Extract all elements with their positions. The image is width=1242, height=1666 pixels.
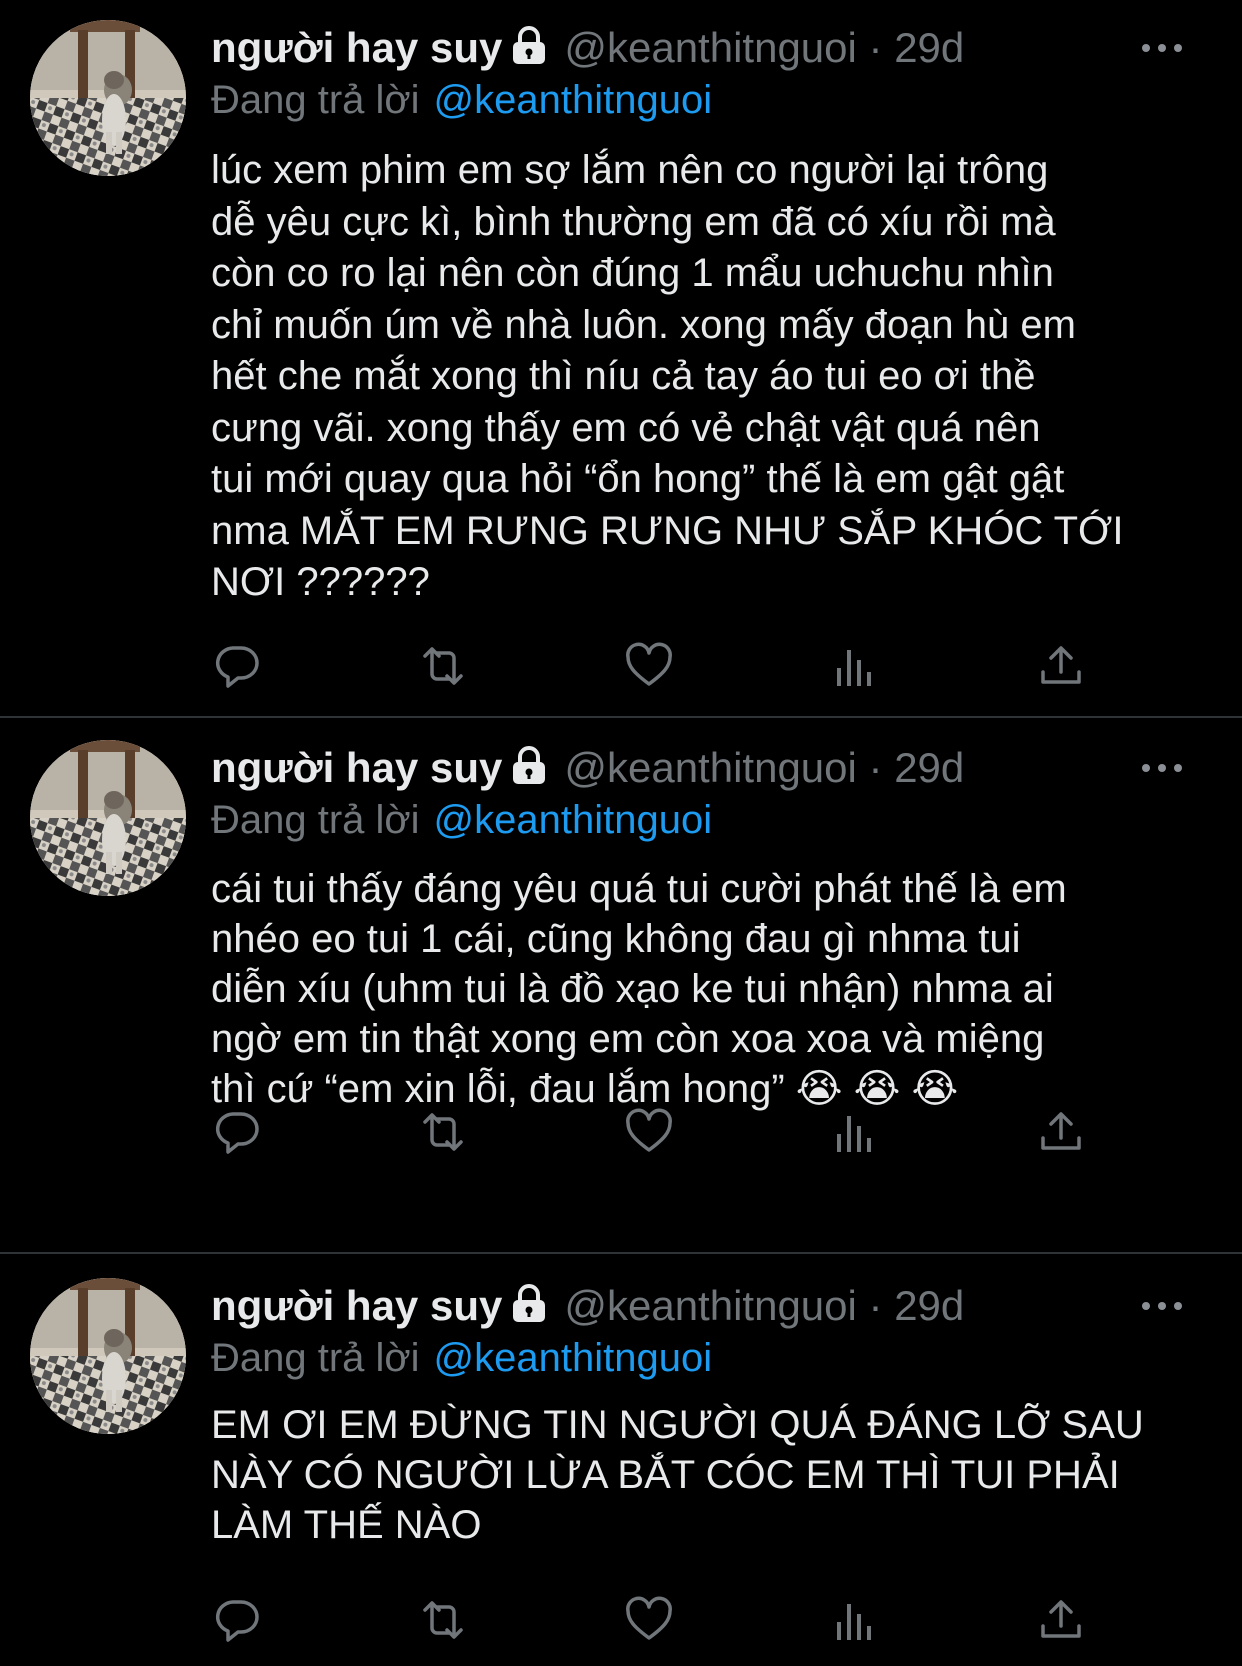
heart-icon[interactable]: [623, 640, 675, 692]
replying-label: Đang trả lời: [211, 1336, 420, 1380]
more-icon[interactable]: [1142, 740, 1182, 796]
retweet-icon[interactable]: [417, 1106, 469, 1158]
timestamp[interactable]: 29d: [894, 1282, 964, 1329]
analytics-icon[interactable]: [829, 640, 881, 692]
tweet-actions: [211, 1594, 1091, 1646]
reply-mention-link[interactable]: @keanthitnguoi: [434, 1336, 713, 1380]
more-icon[interactable]: [1142, 1278, 1182, 1334]
heart-icon[interactable]: [623, 1594, 675, 1646]
tweet-actions: [211, 1106, 1091, 1158]
lock-icon: [510, 24, 548, 80]
replying-label: Đang trả lời: [211, 78, 420, 122]
timestamp[interactable]: 29d: [894, 24, 964, 71]
replying-to-line: Đang trả lời @keanthitnguoi: [211, 74, 712, 126]
tweet[interactable]: người hay suy @keanthitnguoi · 29d Đang t…: [0, 718, 1242, 1252]
tweet-header: người hay suy @keanthitnguoi · 29d: [211, 1278, 1222, 1334]
avatar[interactable]: [30, 740, 186, 896]
separator: ·: [868, 744, 883, 791]
tweet[interactable]: người hay suy @keanthitnguoi · 29d Đang t…: [0, 0, 1242, 716]
share-icon[interactable]: [1035, 1106, 1087, 1158]
tweet-text: EM ƠI EM ĐỪNG TIN NGƯỜI QUÁ ĐÁNG LỠ SAU …: [211, 1403, 1144, 1547]
replying-to-line: Đang trả lời @keanthitnguoi: [211, 794, 712, 846]
tweet[interactable]: người hay suy @keanthitnguoi · 29d Đang t…: [0, 1254, 1242, 1666]
retweet-icon[interactable]: [417, 640, 469, 692]
reply-icon[interactable]: [211, 640, 263, 692]
share-icon[interactable]: [1035, 1594, 1087, 1646]
tweet-actions: [211, 640, 1091, 692]
share-icon[interactable]: [1035, 640, 1087, 692]
replying-label: Đang trả lời: [211, 798, 420, 842]
analytics-icon[interactable]: [829, 1594, 881, 1646]
heart-icon[interactable]: [623, 1106, 675, 1158]
avatar[interactable]: [30, 1278, 186, 1434]
timestamp[interactable]: 29d: [894, 744, 964, 791]
tweet-header: người hay suy @keanthitnguoi · 29d: [211, 740, 1222, 796]
handle[interactable]: @keanthitnguoi: [564, 744, 857, 791]
reply-icon[interactable]: [211, 1106, 263, 1158]
lock-icon: [510, 744, 548, 800]
display-name[interactable]: người hay suy: [211, 744, 502, 791]
display-name[interactable]: người hay suy: [211, 1282, 502, 1329]
reply-mention-link[interactable]: @keanthitnguoi: [434, 78, 713, 122]
handle[interactable]: @keanthitnguoi: [564, 1282, 857, 1329]
analytics-icon[interactable]: [829, 1106, 881, 1158]
separator: ·: [868, 1282, 883, 1329]
replying-to-line: Đang trả lời @keanthitnguoi: [211, 1332, 712, 1384]
retweet-icon[interactable]: [417, 1594, 469, 1646]
reply-mention-link[interactable]: @keanthitnguoi: [434, 798, 713, 842]
lock-icon: [510, 1282, 548, 1338]
tweet-text: lúc xem phim em sợ lắm nên co người lại …: [211, 148, 1124, 604]
separator: ·: [868, 24, 883, 71]
handle[interactable]: @keanthitnguoi: [564, 24, 857, 71]
avatar[interactable]: [30, 20, 186, 176]
tweet-text: cái tui thấy đáng yêu quá tui cười phát …: [211, 867, 1067, 1111]
tweet-header: người hay suy @keanthitnguoi · 29d: [211, 20, 1222, 76]
more-icon[interactable]: [1142, 20, 1182, 76]
reply-icon[interactable]: [211, 1594, 263, 1646]
display-name[interactable]: người hay suy: [211, 24, 502, 71]
